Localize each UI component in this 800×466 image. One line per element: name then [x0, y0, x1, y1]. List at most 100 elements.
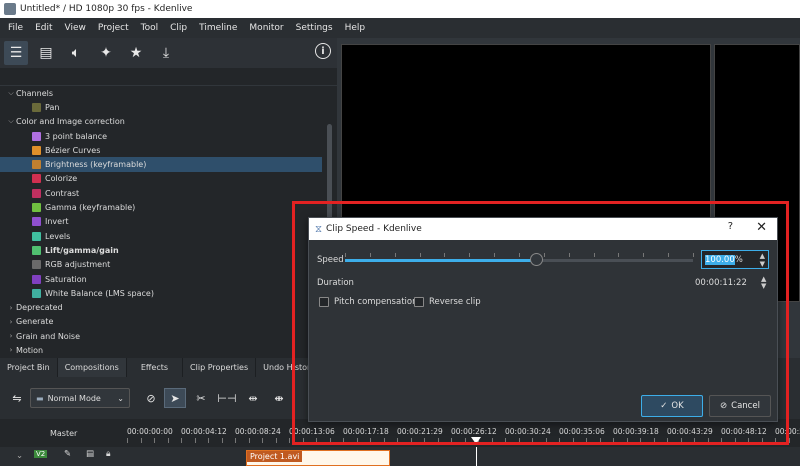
chevron-down-icon[interactable]: ⌵ [6, 89, 16, 98]
list-view-icon[interactable]: ☰ [4, 41, 28, 65]
tree-label: Saturation [45, 274, 87, 284]
duration-value[interactable]: 00:00:11:22 [695, 278, 747, 288]
duration-spin-icon[interactable]: ▲ ▼ [761, 276, 766, 290]
spin-up-icon[interactable]: ▲ [760, 253, 765, 260]
tree-item[interactable]: Gamma (keyframable) [0, 200, 322, 214]
tree-item[interactable]: White Balance (LMS space) [0, 286, 322, 300]
tree-item[interactable]: Brightness (keyframable) [0, 157, 322, 172]
close-button[interactable]: ✕ [756, 220, 767, 235]
tree-item[interactable]: Pan [0, 100, 322, 114]
tree-label: Motion [16, 345, 44, 355]
chevron-down-icon[interactable]: ⌵ [6, 117, 16, 126]
tree-group[interactable]: › Motion [0, 343, 322, 356]
speed-slider-handle[interactable] [530, 253, 544, 266]
tree-item[interactable]: Saturation [0, 272, 322, 286]
menu-monitor[interactable]: Monitor [243, 23, 289, 33]
menu-view[interactable]: View [59, 23, 92, 33]
tree-item[interactable]: Lift/gamma/gain [0, 243, 322, 257]
download-icon[interactable]: ⤓ [154, 41, 178, 65]
slider-tick [668, 253, 670, 257]
effect-icon [32, 131, 41, 141]
effects-toolbar: ☰ ▤ 🔈︎ ✦ ★ ⤓ i [0, 38, 337, 68]
ruler-tick [235, 438, 236, 443]
slider-tick [543, 253, 545, 257]
ripple-tool-icon[interactable]: ⇼ [268, 388, 290, 408]
cancel-icon: ⊘ [720, 401, 728, 411]
edit-mode-select[interactable]: ▬ Normal Mode ⌄ [30, 388, 130, 408]
effect-icon [32, 217, 41, 227]
help-button[interactable]: ? [728, 221, 733, 232]
track-settings-icon[interactable]: ⇋ [6, 388, 28, 408]
ruler-tick [208, 438, 209, 443]
tab-compositions[interactable]: Compositions [57, 358, 127, 377]
tree-group[interactable]: › Generate [0, 315, 322, 329]
reverse-clip-checkbox[interactable] [414, 297, 424, 307]
slider-tick [519, 253, 520, 257]
razor-mode-icon[interactable]: ⊘ [140, 388, 162, 408]
speed-slider[interactable] [345, 253, 694, 266]
menu-file[interactable]: File [2, 23, 29, 33]
tree-item[interactable]: RGB adjustment [0, 258, 322, 272]
ruler-tick [154, 438, 155, 443]
chevron-right-icon[interactable]: › [6, 318, 16, 326]
menu-settings[interactable]: Settings [290, 23, 339, 33]
ok-button[interactable]: ✓ OK [641, 395, 703, 417]
clip-label: Project 1.avi [247, 451, 303, 462]
spacer-tool-icon[interactable]: ⊢⊣ [216, 388, 238, 408]
ruler-tick [262, 438, 263, 443]
tree-group[interactable]: › Grain and Noise [0, 329, 322, 343]
kdenlive-logo-icon: ⧖ [315, 223, 323, 235]
tree-item[interactable]: Levels [0, 229, 322, 243]
menu-project[interactable]: Project [92, 23, 135, 33]
tree-item[interactable]: Contrast [0, 186, 322, 200]
chevron-right-icon[interactable]: › [6, 304, 16, 312]
tab-clip-properties[interactable]: Clip Properties [183, 358, 257, 377]
favorites-star-icon[interactable]: ★ [124, 41, 148, 65]
selection-tool-icon[interactable]: ➤ [164, 388, 186, 408]
custom-effects-icon[interactable]: ✦ [94, 41, 118, 65]
pitch-compensation-checkbox[interactable] [319, 297, 329, 307]
menu-clip[interactable]: Clip [164, 23, 193, 33]
tree-item[interactable]: 3 point balance [0, 129, 322, 143]
menu-tool[interactable]: Tool [135, 23, 164, 33]
duration-label: Duration [317, 278, 354, 288]
speed-spinbox[interactable]: 100.00% ▲ ▼ [701, 250, 769, 269]
cut-tool-icon[interactable]: ✂ [190, 388, 212, 408]
timeline-clip[interactable]: Project 1.avi [246, 450, 390, 466]
cancel-button[interactable]: ⊘ Cancel [709, 395, 771, 417]
ruler-tick [140, 438, 142, 443]
menu-timeline[interactable]: Timeline [193, 23, 243, 33]
edit-pen-icon[interactable]: ✎ [64, 449, 71, 459]
slider-tick [568, 253, 570, 257]
dialog-titlebar: ⧖ Clip Speed - Kdenlive ? ✕ [309, 218, 777, 240]
slider-tick [593, 253, 595, 257]
film-icon[interactable]: ▤ [86, 449, 94, 459]
tree-item[interactable]: Colorize [0, 172, 322, 186]
tab-project-bin[interactable]: Project Bin [0, 358, 58, 377]
tree-group[interactable]: › Deprecated [0, 300, 322, 314]
slider-tick [394, 253, 396, 257]
chevron-right-icon[interactable]: › [6, 332, 16, 340]
spin-down-icon[interactable]: ▼ [760, 261, 765, 268]
chevron-right-icon[interactable]: › [6, 346, 16, 354]
video-effects-icon[interactable]: ▤ [34, 41, 58, 65]
effects-search-area[interactable] [0, 68, 337, 86]
audio-effects-icon[interactable]: 🔈︎ [64, 41, 88, 65]
slider-tick [369, 253, 371, 257]
slip-tool-icon[interactable]: ⇹ [242, 388, 264, 408]
lock-icon[interactable]: 🔒︎ [106, 449, 111, 459]
tree-group[interactable]: ⌵ Channels [0, 86, 322, 100]
track-collapse-icon[interactable]: ⌄ [16, 451, 23, 461]
ruler-tick [127, 438, 128, 443]
effects-tree: ⌵ Channels Pan ⌵ Color and Image correction 3… [0, 86, 322, 356]
edit-mode-value: Normal Mode [47, 393, 101, 403]
menu-edit[interactable]: Edit [29, 23, 58, 33]
menu-help[interactable]: Help [339, 23, 372, 33]
ruler-tick [167, 438, 169, 443]
tree-group[interactable]: ⌵ Color and Image correction [0, 115, 322, 129]
tree-item[interactable]: Invert [0, 215, 322, 229]
tab-effects[interactable]: Effects [127, 358, 184, 377]
tree-item[interactable]: Bézier Curves [0, 143, 322, 157]
info-icon[interactable]: i [315, 43, 331, 59]
tree-label: Deprecated [16, 303, 63, 313]
